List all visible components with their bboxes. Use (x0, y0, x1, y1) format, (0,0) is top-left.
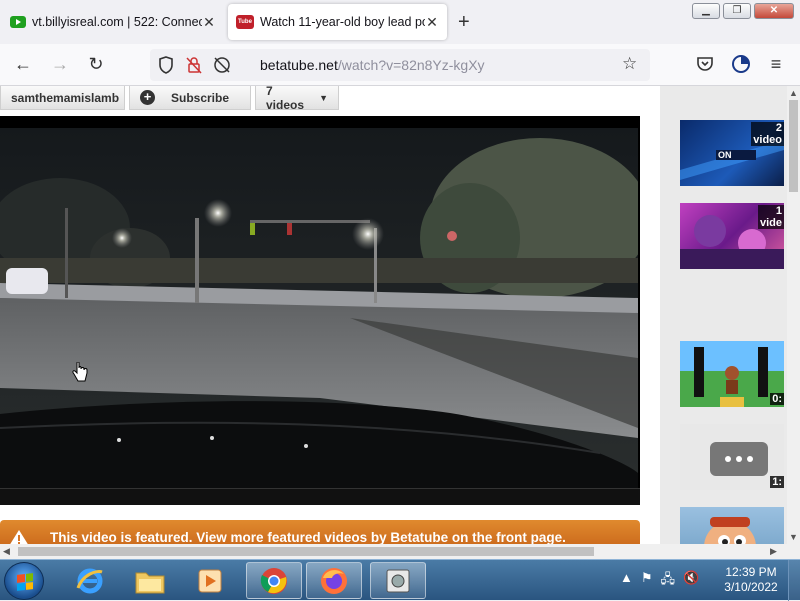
thumb-logo-text: ON (718, 150, 732, 160)
related-video-thumb[interactable]: 0: (680, 341, 784, 407)
thumb-image (680, 341, 784, 407)
shield-icon[interactable] (158, 56, 174, 74)
tab-strip: vt.billyisreal.com | 522: Connecti ✕ Tub… (0, 0, 800, 44)
videos-label: 7 videos (266, 86, 305, 112)
forward-button[interactable]: → (49, 54, 71, 75)
playlist-count-badge: 2 video (751, 122, 784, 146)
thumb-image (704, 517, 756, 544)
related-videos-sidebar: ON 2 video 1 vide 0: 1: (660, 86, 787, 544)
url-path: /watch?v=82n8Yz-kgXy (337, 57, 485, 73)
new-tab-button[interactable]: + (458, 11, 470, 34)
count-label: video (753, 134, 782, 146)
permissions-icon[interactable] (212, 56, 232, 74)
video-progress-bar[interactable] (0, 488, 640, 505)
bookmark-star-icon[interactable]: ☆ (622, 54, 637, 74)
tab-title: Watch 11-year-old boy lead poli (260, 15, 425, 29)
firefox-icon (321, 567, 347, 594)
show-desktop-button[interactable] (788, 560, 800, 601)
betatube-favicon-icon: Tube (236, 15, 254, 29)
menu-hamburger-icon[interactable]: ≡ (765, 54, 787, 75)
warning-icon (10, 530, 28, 544)
horizontal-scrollbar[interactable]: ◀ ▶ (0, 544, 800, 559)
more-options-icon (710, 442, 768, 476)
subscribe-label: Subscribe (171, 90, 230, 105)
horizontal-scroll-thumb[interactable] (18, 547, 594, 556)
firefox-taskbar-button[interactable] (306, 562, 362, 599)
related-video-thumb[interactable] (680, 507, 784, 544)
scroll-right-arrow-icon[interactable]: ▶ (770, 546, 777, 557)
folder-icon (135, 572, 165, 593)
internet-explorer-taskbar-button[interactable] (62, 562, 118, 599)
media-player-taskbar-button[interactable] (182, 562, 238, 599)
related-playlist-thumb[interactable]: 1 vide (680, 203, 784, 269)
count-number: 2 (775, 122, 782, 134)
tab-billyisreal[interactable]: vt.billyisreal.com | 522: Connecti ✕ (2, 4, 224, 40)
playlist-count-badge: 1 vide (757, 205, 784, 229)
related-playlist-thumb[interactable]: ON 2 video (680, 120, 784, 186)
back-button[interactable]: ← (12, 54, 34, 75)
close-tab-icon[interactable]: ✕ (202, 14, 216, 31)
subscribe-button[interactable]: + Subscribe (129, 86, 251, 110)
scroll-down-arrow-icon[interactable]: ▼ (789, 532, 798, 542)
system-clock[interactable]: 12:39 PM 3/10/2022 (718, 565, 784, 595)
video-duration: 0: (770, 393, 784, 405)
file-explorer-taskbar-button[interactable] (122, 562, 178, 599)
window-controls: ▁ ❐ ✕ (692, 3, 794, 19)
scroll-up-arrow-icon[interactable]: ▲ (789, 88, 798, 98)
close-window-button[interactable]: ✕ (754, 3, 794, 19)
dropdown-arrow-icon: ▼ (319, 92, 328, 103)
featured-banner-text: This video is featured. View more featur… (50, 530, 566, 544)
url-host: betatube.net (260, 57, 338, 73)
navigation-toolbar: ← → ↻ betatube.net/watch?v=82n8Yz-kgXy ☆… (0, 44, 800, 86)
media-player-icon (198, 569, 222, 592)
web-page: samthemamislamb + Subscribe 7 videos ▼ O… (0, 86, 787, 544)
account-icon[interactable] (730, 54, 752, 74)
volume-muted-icon[interactable]: 🔇 (683, 570, 699, 592)
restore-button[interactable]: ❐ (723, 3, 751, 19)
start-button[interactable] (4, 562, 44, 600)
clock-date: 3/10/2022 (724, 580, 778, 594)
url-text: betatube.net/watch?v=82n8Yz-kgXy (260, 57, 485, 73)
tab-title: vt.billyisreal.com | 522: Connecti (32, 15, 202, 29)
plus-icon: + (140, 90, 155, 105)
related-video-thumb[interactable]: 1: (680, 424, 784, 490)
show-hidden-icons-icon[interactable]: ▲ (620, 570, 633, 592)
hand-cursor-icon (72, 362, 88, 382)
internet-explorer-icon (76, 568, 103, 593)
network-icon[interactable]: 🖧 (661, 570, 676, 592)
channel-name-button[interactable]: samthemamislamb (0, 86, 125, 110)
pocket-icon[interactable] (694, 56, 716, 72)
chrome-icon (260, 567, 287, 594)
application-window-icon (386, 569, 410, 592)
count-label: vide (759, 217, 782, 229)
windows-taskbar: ▲ ⚑ 🖧 🔇 12:39 PM 3/10/2022 (0, 559, 800, 601)
dashcam-night-scene (0, 128, 638, 488)
app-taskbar-button[interactable] (370, 562, 426, 599)
address-bar[interactable]: betatube.net/watch?v=82n8Yz-kgXy ☆ (150, 49, 650, 81)
video-player[interactable] (0, 116, 640, 505)
close-tab-icon[interactable]: ✕ (425, 14, 439, 31)
count-number: 1 (775, 205, 782, 217)
vertical-scroll-thumb[interactable] (789, 100, 798, 192)
youtube-favicon-icon (10, 16, 26, 28)
windows-logo-icon (17, 573, 33, 591)
video-duration: 1: (770, 476, 784, 488)
clock-time: 12:39 PM (725, 565, 777, 579)
tab-betatube[interactable]: Tube Watch 11-year-old boy lead poli ✕ (228, 4, 447, 40)
channel-bar: samthemamislamb + Subscribe 7 videos ▼ (0, 86, 343, 112)
vertical-scrollbar[interactable]: ▲ ▼ (787, 86, 800, 544)
tracking-blocked-icon[interactable] (186, 56, 202, 74)
scroll-left-arrow-icon[interactable]: ◀ (3, 546, 10, 557)
system-tray: ▲ ⚑ 🖧 🔇 (620, 570, 699, 592)
chrome-taskbar-button[interactable] (246, 562, 302, 599)
action-center-flag-icon[interactable]: ⚑ (641, 570, 653, 592)
videos-dropdown[interactable]: 7 videos ▼ (255, 86, 339, 112)
video-frame[interactable] (0, 128, 638, 488)
reload-button[interactable]: ↻ (85, 54, 107, 75)
minimize-button[interactable]: ▁ (692, 3, 720, 19)
featured-video-banner: This video is featured. View more featur… (0, 520, 640, 544)
